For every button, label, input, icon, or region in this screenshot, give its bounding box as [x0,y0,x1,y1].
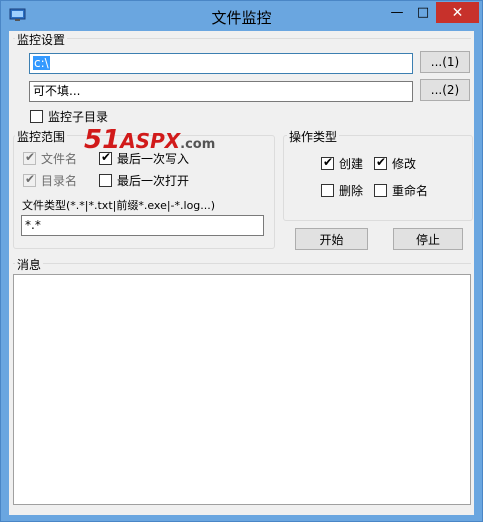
create-checkbox[interactable]: ✔ 创建 [321,155,363,172]
filetype-input[interactable]: *.* [21,215,264,236]
minimize-icon: — [390,5,404,20]
modify-checkbox-label: 修改 [392,157,417,171]
subdir-checkbox[interactable]: 监控子目录 [30,108,108,125]
rename-checkbox-box[interactable] [374,184,387,197]
delete-checkbox-box[interactable] [321,184,334,197]
stop-button[interactable]: 停止 [393,228,463,250]
rename-checkbox-label: 重命名 [392,184,429,198]
check-icon: ✔ [25,150,36,164]
dirname-checkbox-box: ✔ [23,172,36,187]
title-bar[interactable]: 文件监控 — □ ✕ [1,1,482,31]
path-input-2[interactable]: 可不填... [29,81,413,102]
ops-group [283,135,473,221]
scope-group-label: 监控范围 [15,128,68,145]
minimize-button[interactable]: — [384,2,410,23]
create-checkbox-box[interactable]: ✔ [321,155,334,170]
modify-checkbox[interactable]: ✔ 修改 [374,155,416,172]
subdir-checkbox-label: 监控子目录 [48,110,109,124]
filename-checkbox-label: 文件名 [41,152,78,166]
path-input-1[interactable]: c:\ [29,53,413,74]
start-button[interactable]: 开始 [295,228,368,250]
messages-group [13,263,471,264]
browse-button-2[interactable]: ...(2) [420,79,470,101]
close-button[interactable]: ✕ [436,2,479,23]
delete-checkbox[interactable]: 删除 [321,182,363,199]
main-window: 文件监控 — □ ✕ 监控设置 c:\ ...(1) 可不填... ...(2)… [0,0,483,522]
dirname-checkbox-label: 目录名 [41,174,78,188]
client-area: 监控设置 c:\ ...(1) 可不填... ...(2) 监控子目录 监控范围… [9,31,474,515]
maximize-button[interactable]: □ [410,2,436,23]
check-icon: ✔ [25,172,36,186]
check-icon: ✔ [376,155,387,169]
site-watermark: 51ASPX.com [84,125,216,155]
last-open-checkbox-box[interactable] [99,174,112,187]
browse-button-1[interactable]: ...(1) [420,51,470,73]
path-input-1-value: c:\ [33,56,50,70]
dirname-checkbox: ✔ 目录名 [23,172,77,189]
subdir-checkbox-box[interactable] [30,110,43,123]
rename-checkbox[interactable]: 重命名 [374,182,428,199]
close-icon: ✕ [451,4,464,21]
maximize-icon: □ [416,5,430,20]
create-checkbox-label: 创建 [339,157,364,171]
messages-group-label: 消息 [15,256,44,273]
filetype-label: 文件类型(*.*|*.txt|前缀*.exe|-*.log...) [22,199,216,212]
settings-group-label: 监控设置 [15,31,68,48]
modify-checkbox-box[interactable]: ✔ [374,155,387,170]
messages-textarea[interactable] [13,274,471,505]
filename-checkbox: ✔ 文件名 [23,150,77,167]
check-icon: ✔ [323,155,334,169]
last-open-checkbox-label: 最后一次打开 [117,174,190,188]
last-open-checkbox[interactable]: 最后一次打开 [99,172,189,189]
delete-checkbox-label: 删除 [339,184,364,198]
ops-group-label: 操作类型 [287,128,340,145]
filename-checkbox-box: ✔ [23,150,36,165]
